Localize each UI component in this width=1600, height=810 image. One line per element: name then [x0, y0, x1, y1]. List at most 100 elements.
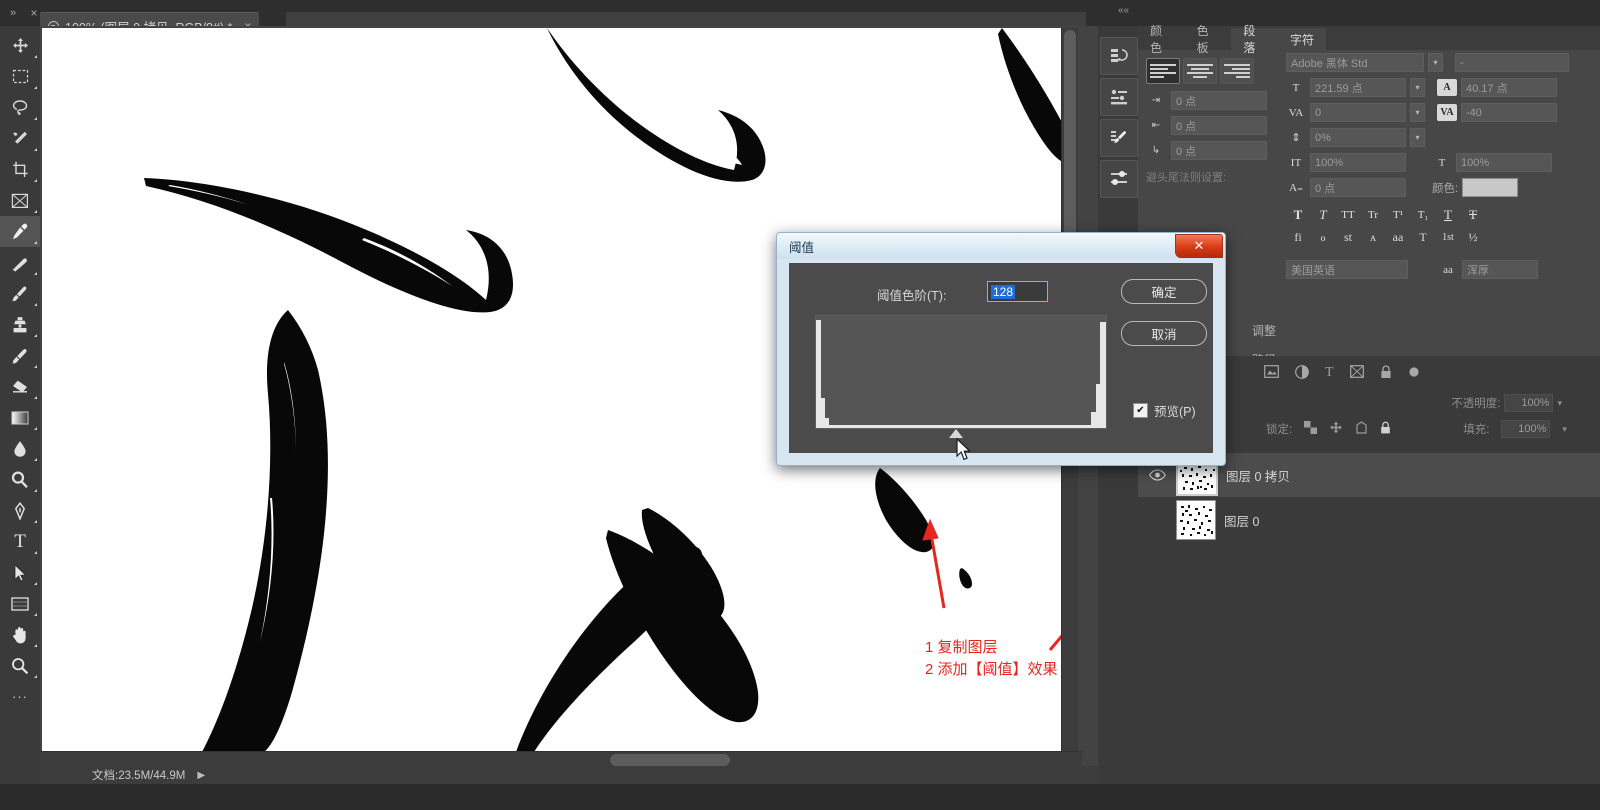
shape-icon[interactable]: [1349, 365, 1364, 381]
brush-tool[interactable]: [0, 278, 40, 309]
threshold-level-input[interactable]: 128: [987, 281, 1048, 302]
vertical-scale-chevron-down-icon[interactable]: ▾: [1410, 128, 1425, 147]
underline-button[interactable]: T: [1438, 206, 1458, 224]
horizontal-scroll-thumb[interactable]: [610, 754, 730, 766]
history-panel-icon[interactable]: [1100, 37, 1138, 75]
threshold-slider-handle[interactable]: [949, 429, 963, 438]
blur-tool[interactable]: [0, 433, 40, 464]
tab-character[interactable]: 字符: [1278, 28, 1327, 50]
type-icon[interactable]: T: [1325, 365, 1334, 381]
vertical-scale-small-field[interactable]: 0%: [1310, 128, 1406, 147]
fill-chevron-down-icon[interactable]: ▾: [1562, 424, 1567, 435]
antialias-field[interactable]: 浑厚: [1462, 260, 1538, 279]
opacity-chevron-down-icon[interactable]: ▾: [1557, 398, 1562, 409]
language-field[interactable]: 美国英语: [1286, 260, 1408, 279]
opacity-value[interactable]: 100%: [1504, 394, 1554, 412]
brush-presets-panel-icon[interactable]: [1100, 119, 1138, 157]
font-family-chevron-down-icon[interactable]: ▾: [1428, 53, 1443, 72]
magic-wand-tool[interactable]: [0, 123, 40, 154]
image-icon[interactable]: [1264, 365, 1279, 381]
clone-stamp-tool[interactable]: [0, 309, 40, 340]
shape-tool[interactable]: [0, 588, 40, 619]
marquee-tool[interactable]: [0, 61, 40, 92]
path-selection-tool[interactable]: [0, 557, 40, 588]
tab-swatches[interactable]: 色板: [1184, 24, 1232, 55]
titling-alternates-button[interactable]: aa: [1388, 228, 1408, 246]
font-family-field[interactable]: Adobe 黑体 Std: [1286, 53, 1424, 72]
superscript-button[interactable]: T¹: [1388, 206, 1408, 224]
indent-left-field[interactable]: 0 点: [1171, 91, 1267, 110]
fill-value[interactable]: 100%: [1501, 420, 1551, 438]
status-expand-icon[interactable]: ▶: [197, 770, 205, 781]
layer-thumbnail-1[interactable]: [1176, 500, 1216, 540]
slice-tool[interactable]: [0, 185, 40, 216]
tab-paragraph[interactable]: 段落: [1231, 24, 1279, 55]
text-color-swatch[interactable]: [1462, 178, 1519, 197]
lock-all-icon[interactable]: [1380, 421, 1391, 437]
circle-icon[interactable]: [1408, 366, 1420, 381]
align-right-button[interactable]: [1220, 58, 1254, 84]
font-style-field[interactable]: -: [1455, 53, 1569, 72]
font-size-field[interactable]: 221.59 点: [1310, 78, 1406, 97]
fractions-button[interactable]: 1st: [1438, 228, 1458, 246]
eyedropper-tool[interactable]: [0, 216, 40, 247]
font-size-chevron-down-icon[interactable]: ▾: [1410, 78, 1425, 97]
italic-button[interactable]: T: [1313, 206, 1333, 224]
half-fraction-button[interactable]: ½: [1463, 228, 1483, 246]
adjustment-icon[interactable]: [1295, 364, 1309, 382]
layer-visibility-icon-1[interactable]: [1146, 509, 1168, 531]
more-tools-button[interactable]: ···: [0, 681, 40, 712]
kerning-field[interactable]: 0: [1310, 103, 1406, 122]
leading-field[interactable]: 40.17 点: [1461, 78, 1557, 97]
healing-brush-tool[interactable]: [0, 247, 40, 278]
layer-visibility-icon-0[interactable]: [1146, 464, 1168, 486]
kerning-chevron-down-icon[interactable]: ▾: [1410, 103, 1425, 122]
preview-checkbox[interactable]: ✔: [1133, 403, 1148, 418]
cancel-button[interactable]: 取消: [1121, 321, 1207, 346]
eraser-tool[interactable]: [0, 371, 40, 402]
vertical-scale-field[interactable]: 100%: [1310, 153, 1406, 172]
stylistic-alternates-button[interactable]: ᴀ: [1363, 228, 1383, 246]
lasso-tool[interactable]: [0, 92, 40, 123]
dialog-title-bar[interactable]: 阈值: [777, 233, 1225, 259]
pen-tool[interactable]: [0, 495, 40, 526]
subscript-button[interactable]: T₁: [1413, 206, 1433, 224]
swash-button[interactable]: st: [1338, 228, 1358, 246]
lock-image-pixels-icon[interactable]: [1329, 421, 1343, 437]
align-left-button[interactable]: [1146, 58, 1180, 84]
baseline-shift-field[interactable]: 0 点: [1310, 178, 1406, 197]
strikethrough-button[interactable]: T: [1463, 206, 1483, 224]
all-caps-button[interactable]: TT: [1338, 206, 1358, 224]
move-tool[interactable]: [0, 30, 40, 61]
lock-icon[interactable]: [1380, 364, 1392, 382]
dodge-tool[interactable]: [0, 464, 40, 495]
type-tool[interactable]: T: [0, 526, 40, 557]
tab-color[interactable]: 颜色: [1138, 24, 1185, 55]
threshold-dialog[interactable]: 阈值 ✕ 阈值色阶(T): 128 确定 取消 ✔ 预览(P): [776, 232, 1226, 466]
indent-first-line-field[interactable]: 0 点: [1171, 141, 1267, 160]
lock-transparent-pixels-icon[interactable]: [1304, 421, 1318, 437]
gradient-tool[interactable]: [0, 402, 40, 433]
dialog-close-button[interactable]: ✕: [1175, 234, 1223, 258]
preview-checkbox-row[interactable]: ✔ 预览(P): [1133, 401, 1196, 420]
indent-right-field[interactable]: 0 点: [1171, 116, 1267, 135]
properties-panel-icon[interactable]: [1100, 160, 1138, 198]
zoom-tool[interactable]: [0, 650, 40, 681]
collapse-panels-icon[interactable]: »: [4, 4, 22, 22]
lock-position-icon[interactable]: [1355, 421, 1368, 437]
hand-tool[interactable]: [0, 619, 40, 650]
history-brush-tool[interactable]: [0, 340, 40, 371]
layer-row-1[interactable]: 图层 0: [1138, 498, 1600, 542]
vtab-adjustments[interactable]: 调整: [1250, 316, 1278, 345]
horizontal-scale-field[interactable]: 100%: [1456, 153, 1552, 172]
tracking-field[interactable]: -40: [1461, 103, 1557, 122]
dock-collapse-arrow-icon[interactable]: ««: [1118, 5, 1129, 16]
discretionary-ligatures-button[interactable]: ℴ: [1313, 228, 1333, 246]
ok-button[interactable]: 确定: [1121, 279, 1207, 304]
ordinals-button[interactable]: T: [1413, 228, 1433, 246]
small-caps-button[interactable]: Tr: [1363, 206, 1383, 224]
standard-ligatures-button[interactable]: fi: [1288, 228, 1308, 246]
crop-tool[interactable]: [0, 154, 40, 185]
align-center-button[interactable]: [1183, 58, 1217, 84]
actions-panel-icon[interactable]: [1100, 78, 1138, 116]
